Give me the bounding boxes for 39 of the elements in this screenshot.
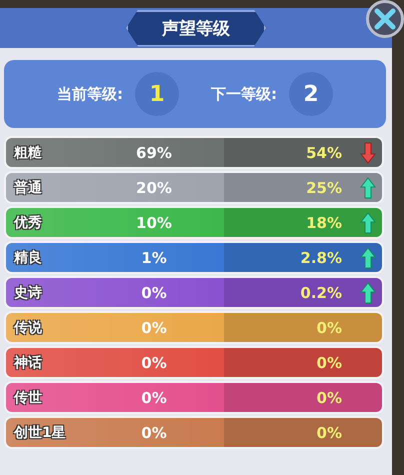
down-arrow-icon [360, 142, 376, 164]
next-rate: 25% [305, 178, 343, 196]
next-rate: 0% [316, 354, 343, 372]
window-title: 声望等级 [126, 10, 266, 46]
next-rate: 54% [305, 144, 343, 162]
up-arrow-icon [360, 246, 376, 268]
current-rate: 0% [140, 388, 168, 406]
current-level-value: 1 [135, 72, 179, 116]
rarity-name: 传说 [12, 318, 43, 336]
up-arrow-icon [360, 212, 376, 234]
current-rate: 20% [135, 178, 173, 196]
next-rate: 18% [305, 214, 343, 232]
close-button[interactable] [366, 0, 404, 38]
next-rate: 0.2% [299, 284, 343, 302]
current-rate: 0% [140, 318, 168, 336]
current-rate: 0% [140, 354, 168, 372]
rarity-name: 精良 [12, 248, 43, 266]
next-level-value: 2 [289, 72, 333, 116]
current-rate: 69% [135, 144, 173, 162]
current-level-label: 当前等级: [57, 84, 123, 104]
current-rate: 0% [140, 284, 168, 302]
next-rate: 0% [316, 318, 343, 336]
up-arrow-icon [360, 282, 376, 304]
current-rate: 1% [140, 248, 168, 266]
rarity-name: 粗糙 [12, 144, 43, 162]
rarity-name: 史诗 [13, 284, 43, 302]
rarity-name: 传世 [12, 388, 43, 406]
next-rate: 0% [316, 424, 343, 442]
rarity-name: 优秀 [12, 214, 43, 232]
rarity-name: 神话 [12, 354, 43, 372]
current-rate: 0% [140, 424, 168, 442]
current-rate: 10% [135, 214, 173, 232]
next-level-label: 下一等级: [211, 84, 277, 104]
close-icon [374, 8, 396, 30]
rarity-name: 普通 [13, 178, 43, 196]
next-rate: 2.8% [299, 248, 343, 266]
rarity-name: 创世1星 [12, 424, 67, 442]
next-rate: 0% [316, 388, 343, 406]
up-arrow-icon [360, 176, 376, 198]
